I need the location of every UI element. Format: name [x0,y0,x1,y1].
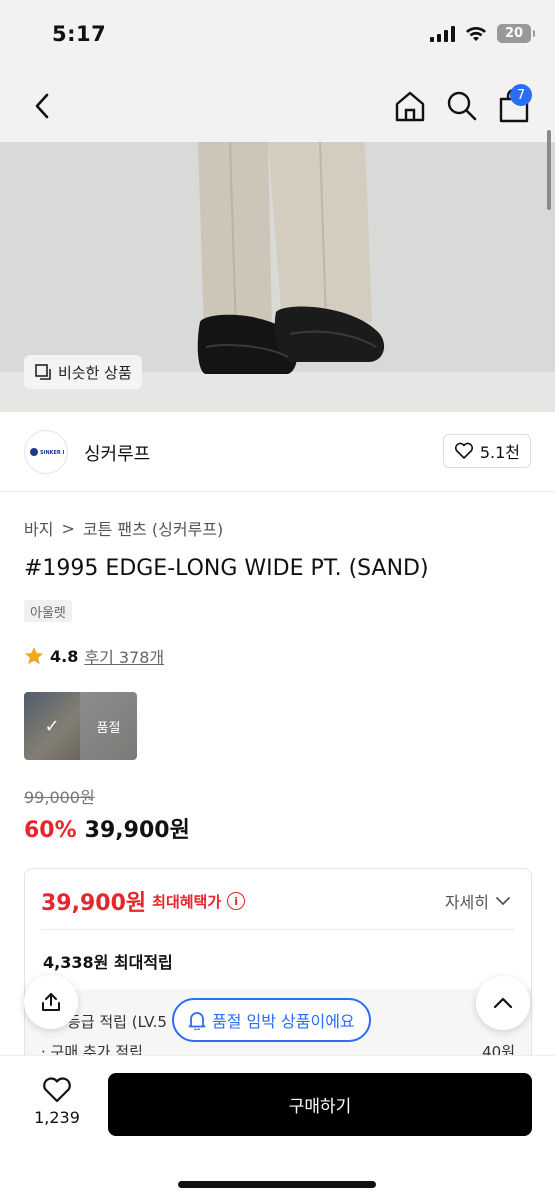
nav-bar [0,70,555,142]
brand-logo-image: SINKER LOOP [30,448,64,456]
share-icon [42,993,60,1011]
soldout-label: 품절 [96,720,121,736]
grade-points-label: 등급 적립 (LV.5 · [67,1013,177,1031]
home-indicator [178,1181,376,1188]
search-button[interactable] [442,86,482,126]
check-icon: ✓ [44,715,60,737]
option-swatch-selected[interactable]: ✓ [24,692,80,760]
wish-count: 1,239 [34,1108,80,1127]
search-icon [447,91,477,121]
scroll-indicator [547,130,551,210]
brand-like-button[interactable]: 5.1천 [442,434,531,468]
status-icons: 20 [430,24,535,43]
breadcrumb-category[interactable]: 바지 [24,516,53,540]
back-button[interactable] [24,88,60,124]
soldout-notice[interactable]: 품절 임박 상품이에요 [172,998,371,1042]
bell-icon [188,1012,206,1030]
cart-count-badge: 7 [510,84,532,106]
share-button[interactable] [24,975,78,1029]
info-icon[interactable]: i [227,892,246,910]
similar-products-label: 비슷한 상품 [58,363,132,382]
signal-icon [430,25,455,42]
brand-row: SINKER LOOP 싱커루프 5.1천 [0,412,555,492]
soldout-notice-label: 품절 임박 상품이에요 [212,1012,355,1031]
max-benefit-price: 39,900원 [41,891,147,916]
star-icon [25,647,43,665]
brand-name[interactable]: 싱커루프 [84,440,150,466]
discount-rate: 60% [24,818,77,843]
brand-logo[interactable]: SINKER LOOP [24,430,68,474]
rating-score: 4.8 [50,646,79,666]
chevron-up-icon [493,997,513,1009]
battery-icon: 20 [497,24,535,43]
rating-row: 4.8 후기 378개 [24,644,164,668]
sale-price: 39,900원 [84,818,190,843]
breadcrumb-subcategory[interactable]: 코튼 팬츠 (싱커루프) [83,516,223,540]
bottom-action-bar: 1,239 구매하기 [0,1055,555,1200]
original-price: 99,000원 [24,788,95,807]
wifi-icon [466,26,486,41]
status-time: 5:17 [52,22,107,46]
option-swatch-soldout[interactable]: 품절 [80,692,137,760]
divider [41,929,515,930]
outlet-tag: 아울렛 [24,600,72,622]
breadcrumb: 바지 > 코튼 팬츠 (싱커루프) [24,516,223,540]
max-benefit-label: 최대혜택가 [152,892,222,911]
home-icon [395,91,425,122]
svg-text:SINKER LOOP: SINKER LOOP [40,450,64,456]
heart-icon [43,1077,71,1103]
color-options: ✓ 품절 [24,692,137,760]
max-points: 4,338원 최대적립 [43,953,173,972]
chevron-down-icon [496,897,510,905]
breadcrumb-separator: > [61,518,75,538]
buy-button[interactable]: 구매하기 [108,1073,532,1136]
product-title: #1995 EDGE-LONG WIDE PT. (SAND) [24,556,429,581]
status-bar: 5:17 20 [0,0,555,70]
wish-button[interactable]: 1,239 [28,1076,86,1127]
detail-toggle-label: 자세히 [444,893,489,912]
heart-icon [454,442,473,459]
benefit-header: 39,900원 최대혜택가 i [41,885,246,917]
similar-items-icon [35,364,51,380]
brand-like-count: 5.1천 [479,443,520,462]
similar-products-button[interactable]: 비슷한 상품 [24,355,142,389]
review-link[interactable]: 후기 378개 [84,644,164,668]
scroll-top-button[interactable] [476,976,530,1030]
chevron-left-icon [35,93,49,119]
price-row: 60% 39,900원 [24,812,190,844]
home-button[interactable] [390,86,430,126]
detail-toggle-button[interactable]: 자세히 [445,889,511,913]
